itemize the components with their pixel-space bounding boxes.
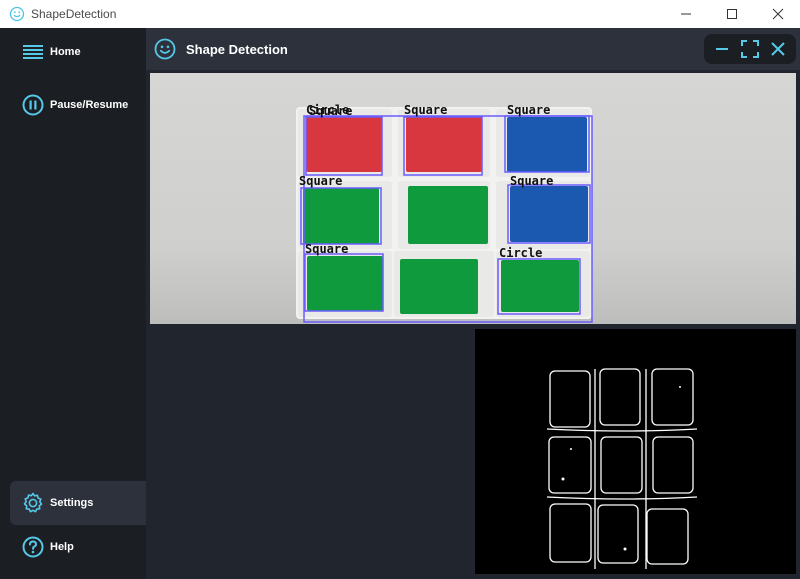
detection-label: Square [510, 174, 553, 188]
sticker-red [406, 117, 482, 172]
app-smile-icon [9, 6, 25, 22]
sticker-green [408, 186, 488, 244]
sticker-green [303, 188, 379, 244]
minimize-icon [716, 48, 728, 50]
sidebar-item-settings[interactable]: Settings [10, 481, 146, 525]
sticker-green [501, 260, 579, 312]
smile-icon [154, 38, 176, 60]
window-minimize-button[interactable] [663, 0, 709, 28]
header-controls [704, 34, 796, 64]
sidebar-item-label: Pause/Resume [50, 99, 129, 111]
cube-row-1 [298, 109, 590, 177]
menu-icon [21, 40, 45, 64]
content-area: Circle Square Square Square Square Squar… [146, 70, 800, 579]
sidebar-item-label: Home [50, 46, 81, 58]
pause-circle-icon [21, 93, 45, 117]
edge-detection-view [475, 329, 796, 574]
app-fullscreen-button[interactable] [738, 37, 762, 61]
window-maximize-button[interactable] [709, 0, 755, 28]
page-title: Shape Detection [186, 42, 288, 57]
detection-label: Square [305, 242, 348, 256]
sticker-blue [510, 186, 588, 242]
sidebar-item-pause-resume[interactable]: Pause/Resume [10, 83, 146, 127]
app-minimize-button[interactable] [710, 37, 734, 61]
cube-row-2 [298, 181, 590, 249]
maximize-icon [727, 9, 737, 19]
fullscreen-icon [741, 40, 759, 58]
minimize-icon [681, 13, 691, 15]
detection-label: Circle [499, 246, 542, 260]
sidebar-item-label: Settings [50, 497, 94, 509]
help-circle-icon [21, 535, 45, 559]
detection-label: Square [507, 103, 550, 117]
window-close-button[interactable] [755, 0, 800, 28]
detection-label: Square [299, 174, 342, 188]
window-titlebar: ShapeDetection [0, 0, 800, 28]
sticker-green [307, 256, 383, 311]
detection-label: Square [309, 104, 352, 118]
sidebar-item-label: Help [50, 541, 74, 553]
content-header: Shape Detection [146, 28, 800, 70]
gear-icon [21, 491, 45, 515]
sidebar: Home Pause/Resume Settings Help [0, 28, 146, 579]
close-icon [771, 42, 785, 56]
sidebar-item-home[interactable]: Home [10, 30, 146, 74]
window-title: ShapeDetection [31, 7, 117, 21]
sticker-green [400, 259, 478, 314]
close-icon [772, 8, 784, 20]
detection-label: Square [404, 103, 447, 117]
app-close-button[interactable] [766, 37, 790, 61]
sticker-blue [507, 117, 587, 172]
camera-feed: Circle Square Square Square Square Squar… [150, 73, 796, 324]
sidebar-item-help[interactable]: Help [10, 525, 146, 569]
cube-row-3 [298, 251, 590, 317]
sticker-red [306, 117, 382, 172]
